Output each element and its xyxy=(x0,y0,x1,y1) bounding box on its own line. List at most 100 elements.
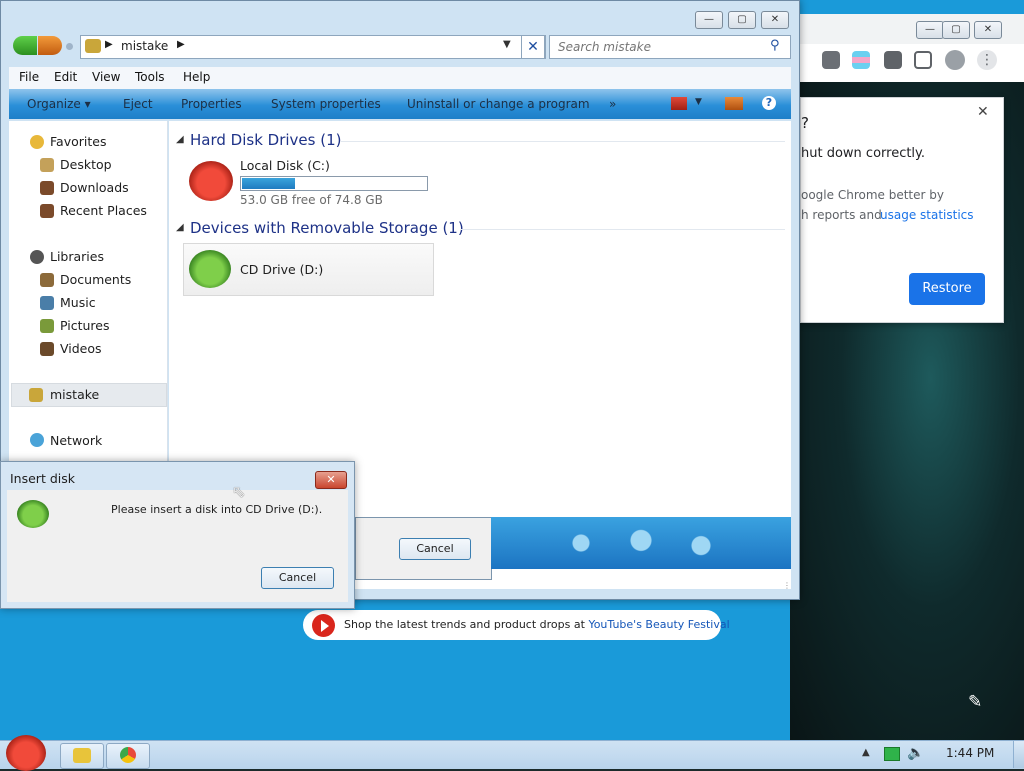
nav-recent-places[interactable]: Recent Places xyxy=(60,203,147,218)
network-tray-icon[interactable] xyxy=(884,747,900,761)
extension-flag-icon[interactable] xyxy=(852,51,870,69)
folder-icon xyxy=(85,39,101,53)
resize-grip-icon[interactable]: ⋮ xyxy=(783,581,791,590)
menu-tools[interactable]: Tools xyxy=(135,70,165,84)
system-properties-button[interactable]: System properties xyxy=(271,97,381,111)
libraries-icon xyxy=(30,250,44,264)
menu-view[interactable]: View xyxy=(92,70,120,84)
chrome-icon xyxy=(120,747,136,763)
play-icon xyxy=(312,614,335,637)
chrome-toolbar: ⋮ xyxy=(790,44,1024,83)
search-input[interactable] xyxy=(556,38,760,56)
explorer-icon xyxy=(73,748,91,763)
nav-mistake[interactable]: mistake xyxy=(50,387,99,402)
desktop-strip xyxy=(0,600,14,740)
ublock-icon[interactable] xyxy=(822,51,840,69)
drive-d-name: CD Drive (D:) xyxy=(240,262,324,277)
cd-drive-icon xyxy=(189,250,231,288)
youtube-banner[interactable]: Shop the latest trends and product drops… xyxy=(303,610,730,640)
group-divider-2 xyxy=(461,229,785,230)
nav-network[interactable]: Network xyxy=(50,433,102,448)
uninstall-program-button[interactable]: Uninstall or change a program xyxy=(407,97,590,111)
dialog-message: Please insert a disk into CD Drive (D:). xyxy=(111,503,323,516)
menu-help[interactable]: Help xyxy=(183,70,210,84)
nav-music[interactable]: Music xyxy=(60,295,96,310)
eject-button[interactable]: Eject xyxy=(123,97,153,111)
stop-icon[interactable]: ✕ xyxy=(521,35,545,59)
cd-drive-icon xyxy=(17,500,49,528)
collapse-hdd-icon[interactable]: ◢ xyxy=(176,134,184,145)
banner-link[interactable]: YouTube's Beauty Festival xyxy=(588,618,729,631)
breadcrumb-next-icon[interactable]: ▶ xyxy=(177,39,185,50)
drive-c-usage-fill xyxy=(242,178,295,189)
cd-drive-tile[interactable]: CD Drive (D:) xyxy=(183,243,434,296)
network-icon xyxy=(30,433,44,447)
chrome-titlebar: — ▢ ✕ xyxy=(790,14,1024,44)
chrome-close-button[interactable]: ✕ xyxy=(974,21,1002,39)
minimize-button[interactable]: — xyxy=(695,11,723,29)
nav-desktop[interactable]: Desktop xyxy=(60,157,112,172)
mouse-cursor-icon: ⬁ xyxy=(232,482,246,501)
drive-c-name[interactable]: Local Disk (C:) xyxy=(240,158,330,173)
more-commands-button[interactable]: » xyxy=(609,97,616,111)
menu-edit[interactable]: Edit xyxy=(54,70,77,84)
recent-pages-icon[interactable] xyxy=(66,43,73,50)
dialog-title: Insert disk xyxy=(10,471,75,486)
breadcrumb-arrow-icon[interactable]: ▶ xyxy=(105,39,113,50)
usage-statistics-link[interactable]: usage statistics xyxy=(880,208,974,222)
profile-icon[interactable] xyxy=(945,50,965,70)
volume-icon[interactable]: 🔈 xyxy=(907,745,924,761)
collapse-removable-icon[interactable]: ◢ xyxy=(176,222,184,233)
group-hard-disk-drives[interactable]: Hard Disk Drives (1) xyxy=(190,131,341,149)
forward-button[interactable] xyxy=(38,36,62,55)
back-button[interactable] xyxy=(13,36,37,55)
local-disk-icon[interactable] xyxy=(189,161,233,201)
search-icon[interactable]: ⚲ xyxy=(770,38,780,53)
background-cancel-button[interactable]: Cancel xyxy=(399,538,471,560)
popup-close-icon[interactable]: ✕ xyxy=(977,104,989,120)
close-button[interactable]: ✕ xyxy=(761,11,789,29)
show-desktop-button[interactable] xyxy=(1013,741,1024,768)
restore-button[interactable]: Restore xyxy=(909,273,985,305)
videos-icon xyxy=(40,342,54,356)
view-options-icon[interactable] xyxy=(671,97,687,110)
help-icon[interactable]: ? xyxy=(762,96,776,110)
nav-downloads[interactable]: Downloads xyxy=(60,180,129,195)
properties-button[interactable]: Properties xyxy=(181,97,242,111)
nav-pictures[interactable]: Pictures xyxy=(60,318,110,333)
organize-button[interactable]: Organize ▾ xyxy=(27,97,91,111)
dialog-close-button[interactable]: ✕ xyxy=(315,471,347,489)
view-dropdown-icon[interactable]: ▼ xyxy=(695,97,702,107)
breadcrumb[interactable]: mistake xyxy=(121,39,168,53)
restore-pages-popup: ? hut down correctly. oogle Chrome bette… xyxy=(800,97,1004,323)
mistake-folder-icon xyxy=(29,388,43,402)
taskbar-chrome-button[interactable] xyxy=(106,743,150,769)
downloads-icon xyxy=(40,181,54,195)
puzzle-icon[interactable] xyxy=(884,51,902,69)
dialog-cancel-button[interactable]: Cancel xyxy=(261,567,334,589)
desktop-icon xyxy=(40,158,54,172)
show-hidden-icons-icon[interactable]: ▲ xyxy=(862,747,870,758)
nav-videos[interactable]: Videos xyxy=(60,341,102,356)
nav-documents[interactable]: Documents xyxy=(60,272,131,287)
group-divider xyxy=(341,141,785,142)
popup-consent-line: oogle Chrome better by xyxy=(801,188,944,202)
preview-pane-icon[interactable] xyxy=(725,97,743,110)
menu-file[interactable]: File xyxy=(19,70,39,84)
start-button[interactable] xyxy=(6,735,46,771)
kebab-menu-icon[interactable]: ⋮ xyxy=(977,50,997,70)
group-removable-storage[interactable]: Devices with Removable Storage (1) xyxy=(190,219,464,237)
edit-pencil-icon[interactable]: ✎ xyxy=(968,692,988,712)
side-panel-icon[interactable] xyxy=(914,51,932,69)
maximize-button[interactable]: ▢ xyxy=(728,11,756,29)
taskbar-clock[interactable]: 1:44 PM xyxy=(946,746,994,760)
nav-libraries[interactable]: Libraries xyxy=(50,249,104,264)
chrome-maximize-button[interactable]: ▢ xyxy=(942,21,970,39)
address-bar[interactable]: ▶ mistake ▶ ▼ xyxy=(80,35,546,59)
popup-title: ? xyxy=(801,114,809,132)
taskbar-explorer-button[interactable] xyxy=(60,743,104,769)
search-box[interactable]: ⚲ xyxy=(549,35,791,59)
address-dropdown-icon[interactable]: ▼ xyxy=(503,39,511,50)
chrome-minimize-button[interactable]: — xyxy=(916,21,944,39)
nav-favorites[interactable]: Favorites xyxy=(50,134,106,149)
